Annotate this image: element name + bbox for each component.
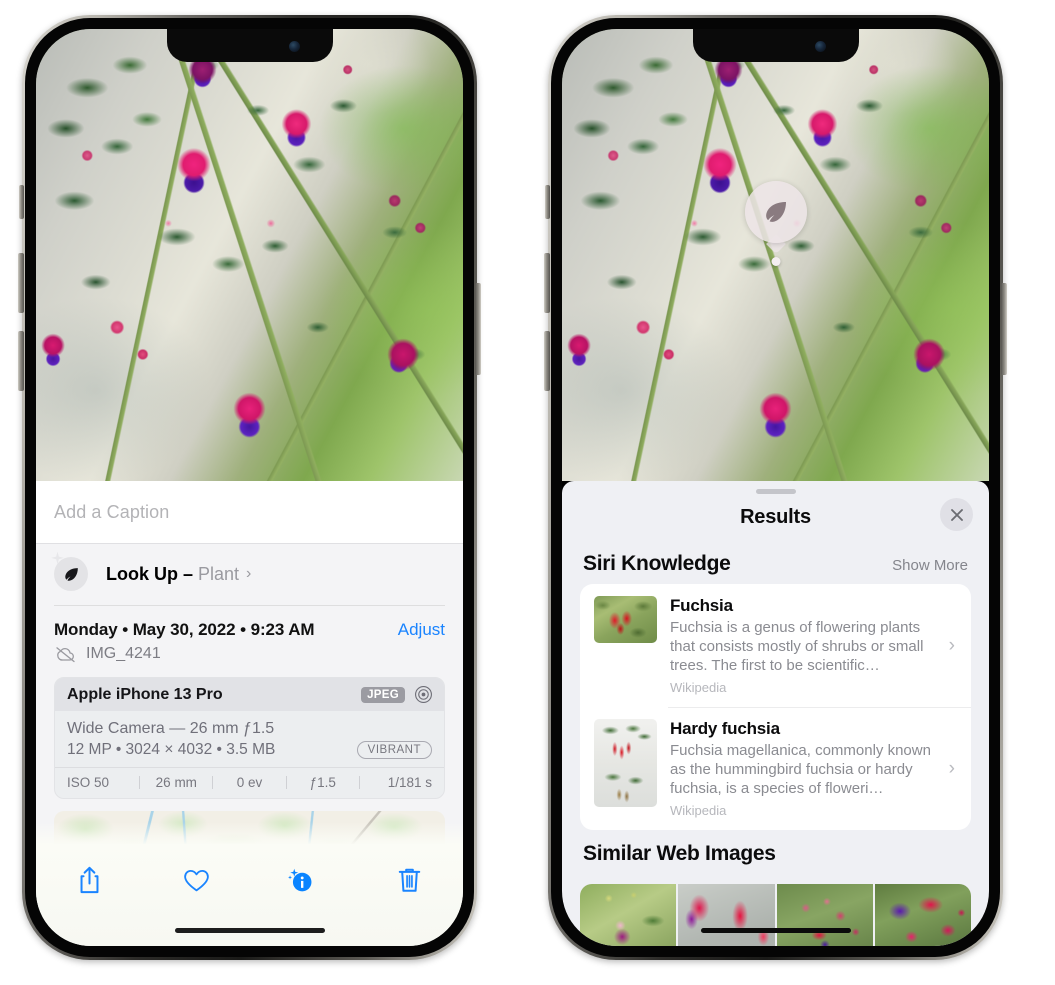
lens-description: Wide Camera — 26 mm ƒ1.5 (67, 720, 275, 737)
look-up-label-group: Look Up – Plant › (106, 564, 251, 585)
date-row: Monday • May 30, 2022 • 9:23 AM Adjust (36, 606, 463, 640)
similar-web-images-header: Similar Web Images (562, 830, 989, 874)
silence-switch[interactable] (19, 185, 24, 219)
image-specs: 12 MP • 3024 × 4032 • 3.5 MB (67, 741, 276, 758)
result-description: Fuchsia is a genus of flowering plants t… (670, 619, 924, 674)
siri-knowledge-card: Fuchsia Fuchsia is a genus of flowering … (580, 584, 971, 830)
exif-row: ISO 50 26 mm 0 ev ƒ1.5 1/181 s (55, 767, 444, 798)
caption-placeholder: Add a Caption (54, 501, 170, 522)
cloud-slash-icon (56, 646, 75, 662)
filename-row: IMG_4241 (36, 640, 463, 677)
section-title: Siri Knowledge (583, 552, 731, 575)
result-thumbnail (594, 596, 657, 643)
results-sheet: Results Siri Knowledge Show More Fuchsia… (562, 481, 989, 946)
leaf-icon (765, 202, 786, 222)
result-source: Wikipedia (670, 803, 727, 818)
similar-images-grid (580, 884, 971, 946)
look-up-subject: Plant (198, 563, 240, 584)
similar-image-3[interactable] (776, 884, 873, 946)
filename: IMG_4241 (86, 645, 161, 662)
leaf-icon (51, 551, 88, 591)
home-indicator[interactable] (174, 928, 325, 933)
exif-iso: ISO 50 (67, 775, 110, 790)
trash-icon (398, 868, 421, 892)
screen-left: Add a Caption Look Up – Plant › Monday •… (36, 29, 463, 946)
favorite-button[interactable] (143, 858, 250, 902)
notch (692, 29, 859, 62)
result-title: Hardy fuchsia (670, 719, 780, 738)
similar-image-2[interactable] (678, 884, 775, 946)
caption-field[interactable]: Add a Caption (36, 481, 463, 543)
exif-focal-length: 26 mm (155, 775, 197, 790)
volume-down-button[interactable] (18, 331, 24, 391)
style-badge: VIBRANT (356, 741, 432, 759)
chevron-right-icon: › (246, 565, 252, 582)
lens-icon (415, 686, 432, 703)
camera-body: Wide Camera — 26 mm ƒ1.5 12 MP • 3024 × … (55, 711, 444, 767)
delete-button[interactable] (356, 858, 463, 902)
list-item[interactable]: Hardy fuchsia Fuchsia magellanica, commo… (580, 707, 971, 830)
section-title: Similar Web Images (583, 842, 776, 865)
list-item[interactable]: Fuchsia Fuchsia is a genus of flowering … (580, 584, 971, 707)
iphone-right: Results Siri Knowledge Show More Fuchsia… (544, 15, 1007, 960)
camera-header: Apple iPhone 13 Pro JPEG (55, 678, 444, 711)
exif-aperture: ƒ1.5 (309, 775, 336, 790)
adjust-date-button[interactable]: Adjust (398, 620, 445, 640)
photo-date: Monday • May 30, 2022 • 9:23 AM (54, 620, 315, 639)
share-button[interactable] (36, 858, 143, 902)
result-text: Hardy fuchsia Fuchsia magellanica, commo… (670, 719, 947, 818)
visual-lookup-dot (771, 257, 780, 266)
exif-shutter-speed: 1/181 s (387, 775, 433, 790)
close-icon (950, 508, 963, 521)
photo-viewer[interactable] (562, 29, 989, 481)
photo-flowers (36, 29, 463, 481)
specs-row: 12 MP • 3024 × 4032 • 3.5 MB VIBRANT (67, 741, 432, 759)
info-button[interactable] (250, 858, 357, 902)
camera-model: Apple iPhone 13 Pro (67, 685, 223, 703)
sparkle-icon (51, 551, 64, 565)
phone-bezel-right: Results Siri Knowledge Show More Fuchsia… (551, 18, 1000, 957)
chevron-right-icon: › (948, 634, 955, 656)
visual-lookup-badge[interactable] (744, 181, 807, 243)
power-button[interactable] (1001, 283, 1007, 375)
result-thumbnail (594, 719, 657, 807)
photo-info-sheet: Add a Caption Look Up – Plant › Monday •… (36, 481, 463, 946)
screenshot-root: Add a Caption Look Up – Plant › Monday •… (0, 0, 1055, 985)
phone-bezel-left: Add a Caption Look Up – Plant › Monday •… (25, 18, 474, 957)
result-source: Wikipedia (670, 680, 727, 695)
format-badge: JPEG (361, 686, 405, 703)
result-title: Fuchsia (670, 596, 733, 615)
camera-header-badges: JPEG (361, 685, 433, 704)
photo-flowers (562, 29, 989, 481)
look-up-row[interactable]: Look Up – Plant › (36, 544, 463, 605)
front-camera-icon (288, 41, 300, 52)
info-sparkle-icon (287, 864, 319, 896)
similar-image-4[interactable] (874, 884, 971, 946)
screen-right: Results Siri Knowledge Show More Fuchsia… (562, 29, 989, 946)
photo-viewer[interactable] (36, 29, 463, 481)
volume-up-button[interactable] (544, 253, 550, 313)
heart-icon (183, 869, 209, 891)
chevron-right-icon: › (948, 757, 955, 779)
power-button[interactable] (475, 283, 481, 375)
front-camera-icon (814, 41, 826, 52)
result-text: Fuchsia Fuchsia is a genus of flowering … (670, 596, 947, 695)
results-header: Results (562, 494, 989, 540)
result-description: Fuchsia magellanica, commonly known as t… (670, 742, 931, 797)
show-more-button[interactable]: Show More (892, 557, 968, 574)
volume-up-button[interactable] (18, 253, 24, 313)
notch (166, 29, 333, 62)
iphone-left: Add a Caption Look Up – Plant › Monday •… (18, 15, 481, 960)
silence-switch[interactable] (545, 185, 550, 219)
exif-exposure: 0 ev (236, 775, 263, 790)
share-icon (80, 866, 99, 893)
home-indicator[interactable] (700, 928, 851, 933)
volume-down-button[interactable] (544, 331, 550, 391)
close-button[interactable] (940, 498, 973, 531)
results-title: Results (740, 505, 811, 528)
look-up-label: Look Up – (106, 563, 194, 584)
siri-knowledge-header: Siri Knowledge Show More (562, 540, 989, 584)
similar-image-1[interactable] (580, 884, 677, 946)
camera-info-card: Apple iPhone 13 Pro JPEG Wide Camera — 2… (54, 677, 445, 799)
